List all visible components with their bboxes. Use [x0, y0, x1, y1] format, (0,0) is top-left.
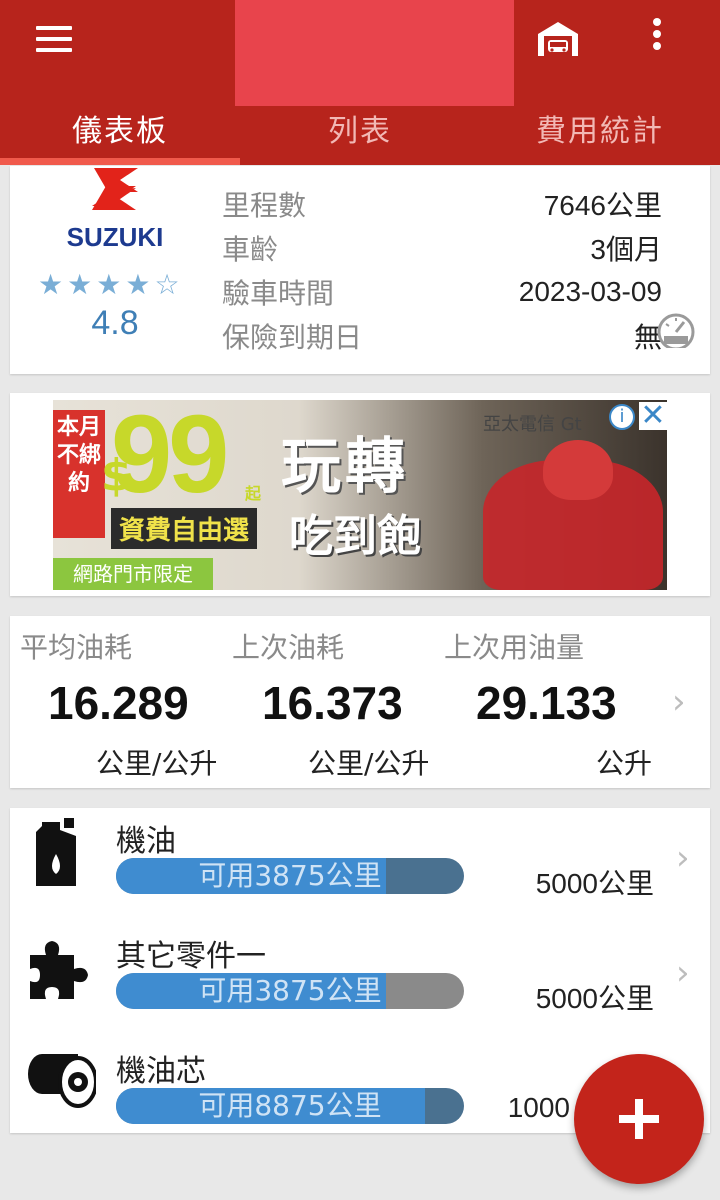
fuel-value: 29.133 [476, 677, 617, 729]
fuel-unit: 公升 [596, 747, 653, 780]
oil-bottle-icon [36, 818, 76, 886]
fuel-stats-card[interactable]: 平均油耗 16.289 公里/公升 上次油耗 16.373 公里/公升 上次用油… [10, 616, 710, 788]
maintenance-remaining: 可用8875公里 [198, 1089, 382, 1122]
ad-headline: 玩轉 [281, 432, 409, 502]
fuel-unit: 公里/公升 [96, 747, 218, 780]
ad-headline-2: 吃到飽 [289, 511, 421, 562]
maintenance-total: 1000 [507, 1092, 570, 1123]
maintenance-name: 機油 [116, 824, 176, 859]
fuel-label: 上次用油量 [444, 631, 585, 664]
info-row-inspection: 驗車時間 2023-03-09 [222, 270, 662, 314]
chevron-right-icon[interactable]: › [676, 838, 690, 878]
oil-filter-icon [28, 1054, 96, 1108]
ad-subtitle: 資費自由選 [111, 508, 258, 549]
more-vert-icon[interactable] [648, 18, 666, 58]
svg-text:SUZUKI: SUZUKI [67, 222, 164, 252]
ad-price: 99 [111, 400, 229, 516]
speedometer-icon[interactable] [656, 312, 696, 348]
tab-dashboard[interactable]: 儀表板 [0, 90, 240, 165]
maintenance-item[interactable]: 其它零件一 可用3875公里 5000公里 › [10, 923, 710, 1033]
chevron-right-icon[interactable]: › [676, 953, 690, 993]
maintenance-progress-bar: 可用3875公里 [116, 973, 464, 1009]
chevron-right-icon[interactable]: › [672, 682, 686, 722]
app-bar: 儀表板 列表 費用統計 [0, 0, 720, 165]
tab-cost-statistics[interactable]: 費用統計 [480, 90, 720, 165]
star-icon: ★ [38, 268, 64, 301]
ad-side-text: 本月 不綁約 [53, 410, 105, 538]
star-icon: ★ [96, 268, 122, 301]
ad-price-suffix: 起 [245, 484, 262, 503]
fuel-label: 平均油耗 [20, 631, 133, 664]
ad-banner[interactable]: 本月 不綁約 $ 99 起 資費自由選 網路門市限定 玩轉 吃到飽 亞太電信 G… [53, 400, 667, 590]
maintenance-progress-bar: 可用8875公里 [116, 1088, 464, 1124]
info-value: 2023-03-09 [518, 276, 662, 307]
maintenance-name: 機油芯 [116, 1054, 206, 1089]
fuel-value: 16.289 [48, 677, 189, 729]
info-label: 車齡 [222, 233, 279, 266]
info-row-insurance: 保險到期日 無 [222, 314, 662, 358]
fuel-unit: 公里/公升 [308, 747, 430, 780]
maintenance-remaining: 可用3875公里 [198, 974, 382, 1007]
ad-card: 本月 不綁約 $ 99 起 資費自由選 網路門市限定 玩轉 吃到飽 亞太電信 G… [10, 393, 710, 596]
info-label: 里程數 [222, 189, 307, 222]
fuel-value: 16.373 [262, 677, 403, 729]
maintenance-progress-bar: 可用3875公里 [116, 858, 464, 894]
rating-value: 4.8 [91, 304, 139, 342]
tab-list[interactable]: 列表 [240, 90, 480, 165]
maintenance-remaining: 可用3875公里 [198, 859, 382, 892]
tab-indicator [0, 158, 240, 165]
tab-bar: 儀表板 列表 費用統計 [0, 90, 720, 165]
star-icon: ★ [125, 268, 151, 301]
ad-close-icon[interactable]: ✕ [639, 401, 667, 431]
maintenance-item[interactable]: 機油 可用3875公里 5000公里 › [10, 808, 710, 918]
info-row-mileage: 里程數 7646公里 [222, 182, 662, 226]
info-value: 3個月 [590, 234, 662, 265]
rating-stars: ★ ★ ★ ★ ☆ [38, 271, 198, 299]
vehicle-card[interactable]: SUZUKI ★ ★ ★ ★ ☆ 4.8 里程數 7646公里 車齡 3個月 驗… [10, 166, 710, 374]
ad-footer: 網路門市限定 [53, 558, 213, 590]
info-value: 7646公里 [543, 190, 662, 221]
hamburger-menu-icon[interactable] [36, 26, 72, 52]
maintenance-total: 5000公里 [535, 868, 654, 899]
ad-brand: 亞太電信 Gt [483, 414, 582, 435]
fuel-label: 上次油耗 [232, 631, 345, 664]
add-record-button[interactable] [574, 1054, 704, 1184]
info-label: 保險到期日 [222, 321, 363, 354]
info-label: 驗車時間 [222, 277, 335, 310]
garage-icon[interactable] [536, 18, 580, 58]
half-star-icon: ☆ [154, 268, 180, 301]
star-icon: ★ [67, 268, 93, 301]
ad-info-icon[interactable]: i [609, 404, 635, 430]
ad-helmet [543, 440, 613, 500]
puzzle-piece-icon [30, 941, 88, 999]
maintenance-name: 其它零件一 [116, 939, 266, 974]
maintenance-total: 5000公里 [535, 983, 654, 1014]
info-row-age: 車齡 3個月 [222, 226, 662, 270]
suzuki-logo: SUZUKI [67, 168, 164, 252]
